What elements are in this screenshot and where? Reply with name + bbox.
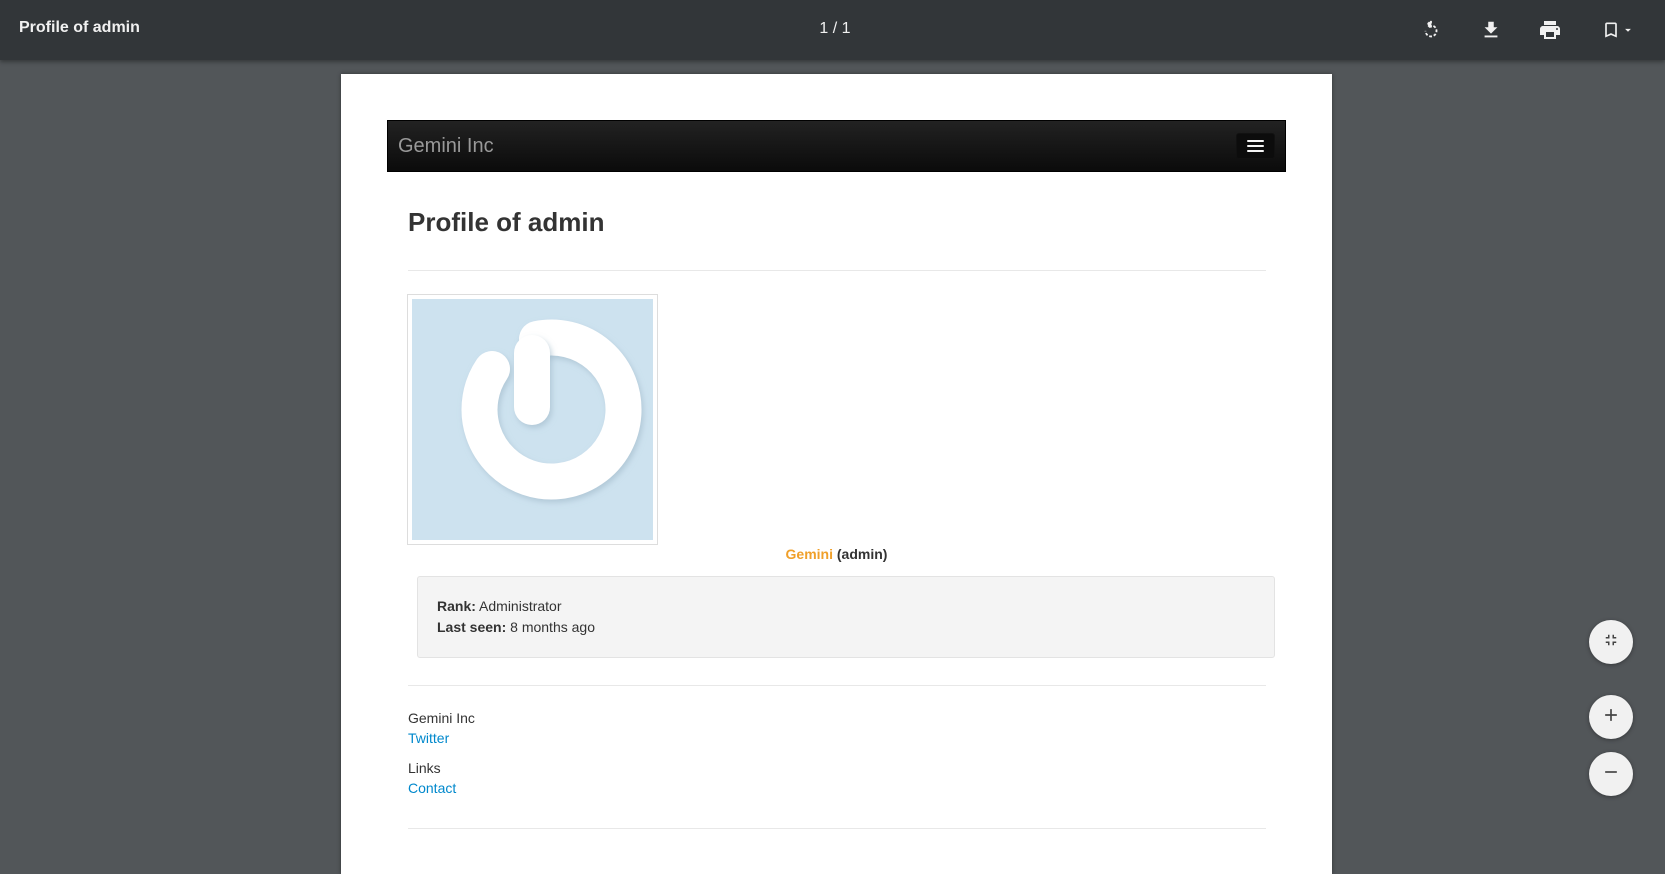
power-icon bbox=[412, 319, 653, 544]
pdf-page: Gemini Inc Profile of admin Gemini (admi… bbox=[341, 74, 1332, 874]
fit-page-button[interactable] bbox=[1589, 620, 1633, 664]
chevron-down-icon bbox=[1621, 23, 1635, 37]
fit-page-icon bbox=[1602, 631, 1620, 654]
print-icon bbox=[1538, 18, 1562, 42]
document-title: Profile of admin bbox=[19, 19, 140, 36]
user-login: (admin) bbox=[836, 546, 888, 562]
print-button[interactable] bbox=[1532, 12, 1568, 48]
avatar bbox=[407, 294, 658, 545]
last-seen-value: 8 months ago bbox=[510, 619, 595, 635]
last-seen-label: Last seen: bbox=[437, 619, 507, 635]
zoom-in-button[interactable] bbox=[1589, 695, 1633, 739]
footer-company: Gemini Inc bbox=[408, 710, 475, 726]
bookmark-icon bbox=[1601, 19, 1621, 41]
rank-label: Rank: bbox=[437, 598, 476, 614]
footer-links-heading: Links bbox=[408, 760, 441, 776]
hamburger-icon bbox=[1247, 140, 1264, 152]
profile-info-box: Rank: Administrator Last seen: 8 months … bbox=[417, 576, 1275, 658]
user-display-line: Gemini (admin) bbox=[341, 546, 1332, 562]
download-icon bbox=[1480, 19, 1502, 41]
zoom-out-button[interactable] bbox=[1589, 752, 1633, 796]
site-navbar: Gemini Inc bbox=[387, 120, 1286, 172]
bookmark-menu-button[interactable] bbox=[1593, 12, 1643, 48]
page-title: Profile of admin bbox=[408, 207, 605, 237]
contact-link[interactable]: Contact bbox=[408, 780, 456, 796]
zoom-in-icon bbox=[1601, 705, 1621, 730]
rank-value: Administrator bbox=[479, 598, 562, 614]
rank-row: Rank: Administrator bbox=[437, 598, 562, 614]
user-display-name: Gemini bbox=[785, 546, 833, 562]
last-seen-row: Last seen: 8 months ago bbox=[437, 619, 595, 635]
zoom-out-icon bbox=[1601, 762, 1621, 787]
twitter-link[interactable]: Twitter bbox=[408, 730, 449, 746]
navbar-brand[interactable]: Gemini Inc bbox=[398, 135, 494, 158]
rotate-button[interactable] bbox=[1413, 12, 1449, 48]
pdf-toolbar: Profile of admin 1 / 1 bbox=[0, 0, 1665, 60]
divider bbox=[408, 685, 1266, 686]
download-button[interactable] bbox=[1473, 12, 1509, 48]
divider bbox=[408, 270, 1266, 271]
divider bbox=[408, 828, 1266, 829]
rotate-icon bbox=[1420, 19, 1442, 41]
navbar-toggle-button[interactable] bbox=[1236, 133, 1275, 159]
page-indicator: 1 / 1 bbox=[819, 20, 851, 37]
